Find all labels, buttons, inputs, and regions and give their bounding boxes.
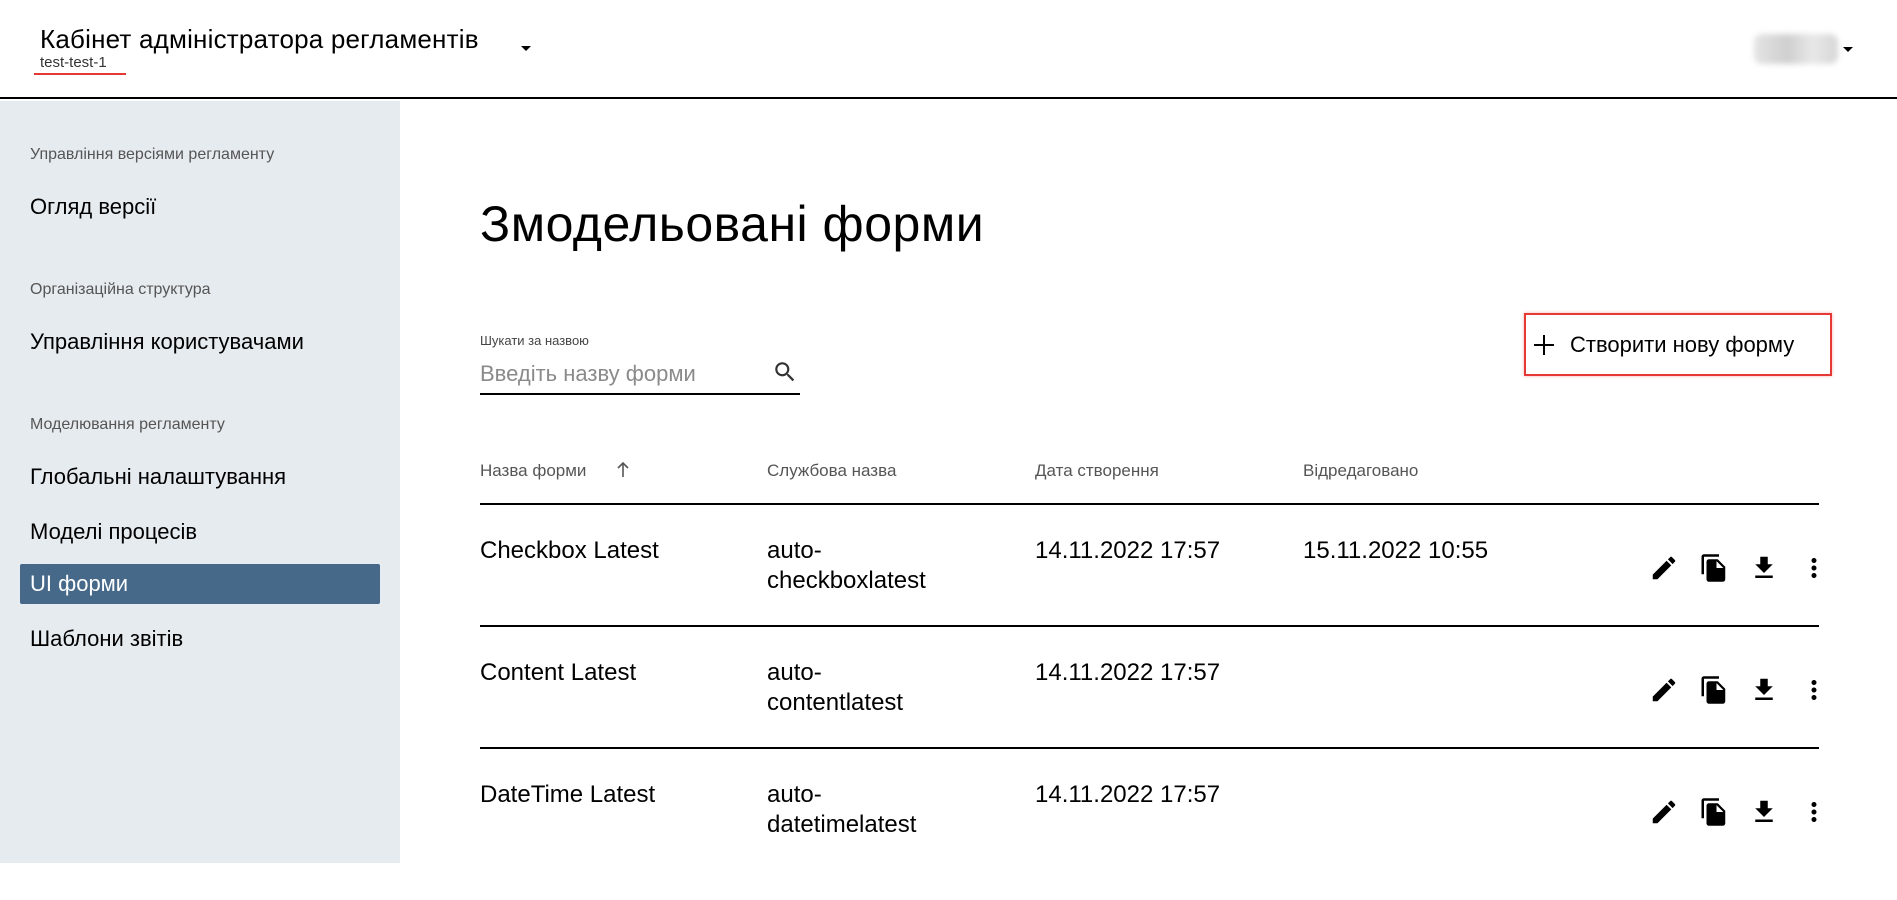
column-header-created[interactable]: Дата створення: [1035, 461, 1159, 481]
copy-icon[interactable]: [1699, 675, 1729, 705]
user-menu[interactable]: [1754, 34, 1854, 64]
download-icon[interactable]: [1749, 675, 1779, 705]
column-header-edited[interactable]: Відредаговано: [1303, 461, 1418, 481]
form-name-cell: Checkbox Latest: [480, 537, 659, 564]
page-title: Змодельовані форми: [480, 196, 985, 252]
arrow-up-icon[interactable]: [616, 461, 630, 479]
sidebar-section-title: Моделювання регламенту: [30, 416, 225, 433]
sidebar: Управління версіями регламенту Огляд вер…: [0, 101, 400, 863]
column-header-form-name[interactable]: Назва форми: [480, 461, 586, 481]
environment-name: test-test-1: [40, 54, 107, 71]
download-icon[interactable]: [1749, 553, 1779, 583]
service-name-line: auto-: [767, 781, 822, 808]
download-icon[interactable]: [1749, 797, 1779, 827]
table-divider: [480, 747, 1819, 749]
created-date-cell: 14.11.2022 17:57: [1035, 659, 1221, 686]
more-vert-icon[interactable]: [1799, 675, 1829, 705]
sidebar-section-title: Управління версіями регламенту: [30, 146, 275, 163]
app-header: Кабінет адміністратора регламентів test-…: [0, 0, 1897, 99]
table-row[interactable]: Content Latest auto- contentlatest 14.11…: [480, 658, 1819, 778]
app-title[interactable]: Кабінет адміністратора регламентів: [40, 24, 479, 55]
search-label: Шукати за назвою: [480, 333, 589, 348]
search-input[interactable]: [480, 359, 750, 389]
table-divider: [480, 503, 1819, 505]
more-vert-icon[interactable]: [1799, 797, 1829, 827]
copy-icon[interactable]: [1699, 797, 1729, 827]
edit-icon[interactable]: [1649, 797, 1679, 827]
service-name-line: auto-: [767, 659, 822, 686]
sidebar-item-global-settings[interactable]: Глобальні налаштування: [20, 457, 380, 497]
search-field: [480, 353, 800, 395]
service-name-line: datetimelatest: [767, 811, 917, 838]
table-row[interactable]: DateTime Latest auto- datetimelatest 14.…: [480, 780, 1819, 900]
service-name-line: checkboxlatest: [767, 567, 926, 594]
edit-icon[interactable]: [1649, 675, 1679, 705]
copy-icon[interactable]: [1699, 553, 1729, 583]
create-form-button[interactable]: Створити нову форму: [1524, 313, 1832, 376]
form-name-cell: DateTime Latest: [480, 781, 656, 808]
sidebar-item-process-models[interactable]: Моделі процесів: [20, 512, 380, 552]
sidebar-item-report-templates[interactable]: Шаблони звітів: [20, 619, 380, 659]
user-avatar[interactable]: [1754, 34, 1838, 64]
row-actions: [1649, 797, 1829, 827]
created-date-cell: 14.11.2022 17:57: [1035, 537, 1221, 564]
chevron-down-icon[interactable]: [1843, 47, 1853, 52]
annotation-underline: [34, 73, 126, 75]
created-date-cell: 14.11.2022 17:57: [1035, 781, 1221, 808]
search-icon[interactable]: [772, 359, 798, 385]
table-divider: [480, 625, 1819, 627]
service-name-line: auto-: [767, 537, 822, 564]
chevron-down-icon[interactable]: [521, 46, 531, 51]
service-name-cell: auto- datetimelatest: [767, 780, 916, 840]
more-vert-icon[interactable]: [1799, 553, 1829, 583]
sidebar-section-title: Організаційна структура: [30, 281, 211, 298]
column-header-service-name[interactable]: Службова назва: [767, 461, 896, 481]
row-actions: [1649, 553, 1829, 583]
service-name-cell: auto- contentlatest: [767, 658, 903, 718]
table-row[interactable]: Checkbox Latest auto- checkboxlatest 14.…: [480, 536, 1819, 656]
sidebar-item-user-management[interactable]: Управління користувачами: [20, 322, 380, 362]
form-name-cell: Content Latest: [480, 659, 637, 686]
sidebar-item-ui-forms[interactable]: UI форми: [20, 564, 380, 604]
create-form-label: Створити нову форму: [1570, 331, 1795, 357]
service-name-line: contentlatest: [767, 689, 904, 716]
plus-icon: [1534, 334, 1554, 355]
edited-date-cell: 15.11.2022 10:55: [1303, 537, 1489, 564]
edit-icon[interactable]: [1649, 553, 1679, 583]
service-name-cell: auto- checkboxlatest: [767, 536, 926, 596]
sidebar-item-version-overview[interactable]: Огляд версії: [20, 187, 380, 227]
row-actions: [1649, 675, 1829, 705]
